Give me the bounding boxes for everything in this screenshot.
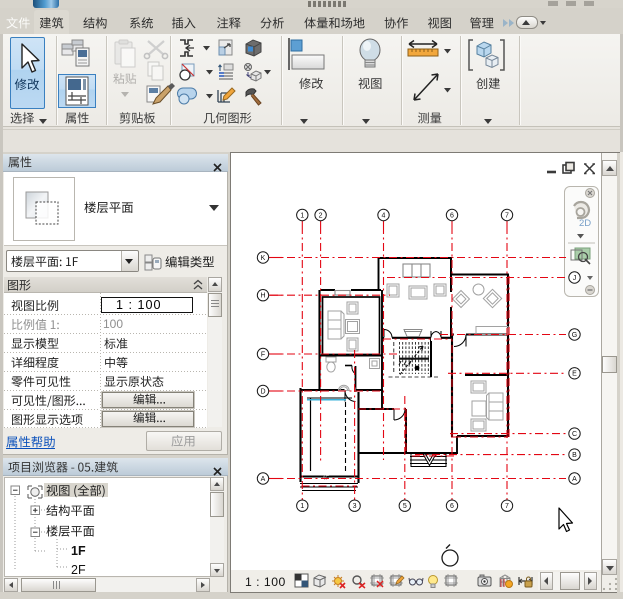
svg-text:1: 1 — [300, 503, 304, 510]
svg-text:H: H — [260, 293, 265, 300]
svg-text:G: G — [572, 332, 577, 339]
svg-text:A: A — [261, 476, 266, 483]
svg-text:1: 1 — [300, 212, 304, 219]
svg-text:7: 7 — [505, 212, 509, 219]
svg-text:7: 7 — [505, 503, 509, 510]
svg-text:A: A — [572, 476, 577, 483]
svg-text:E: E — [572, 371, 577, 378]
svg-text:6: 6 — [450, 212, 454, 219]
svg-text:C: C — [572, 431, 577, 438]
svg-text:F: F — [261, 351, 265, 358]
svg-text:4: 4 — [382, 212, 386, 219]
svg-text:2: 2 — [319, 212, 323, 219]
svg-text:J: J — [573, 275, 577, 282]
svg-text:D: D — [260, 388, 265, 395]
svg-text:6: 6 — [450, 503, 454, 510]
svg-text:B: B — [572, 452, 577, 459]
svg-text:3: 3 — [353, 503, 357, 510]
svg-text:5: 5 — [403, 503, 407, 510]
svg-text:K: K — [261, 255, 266, 262]
